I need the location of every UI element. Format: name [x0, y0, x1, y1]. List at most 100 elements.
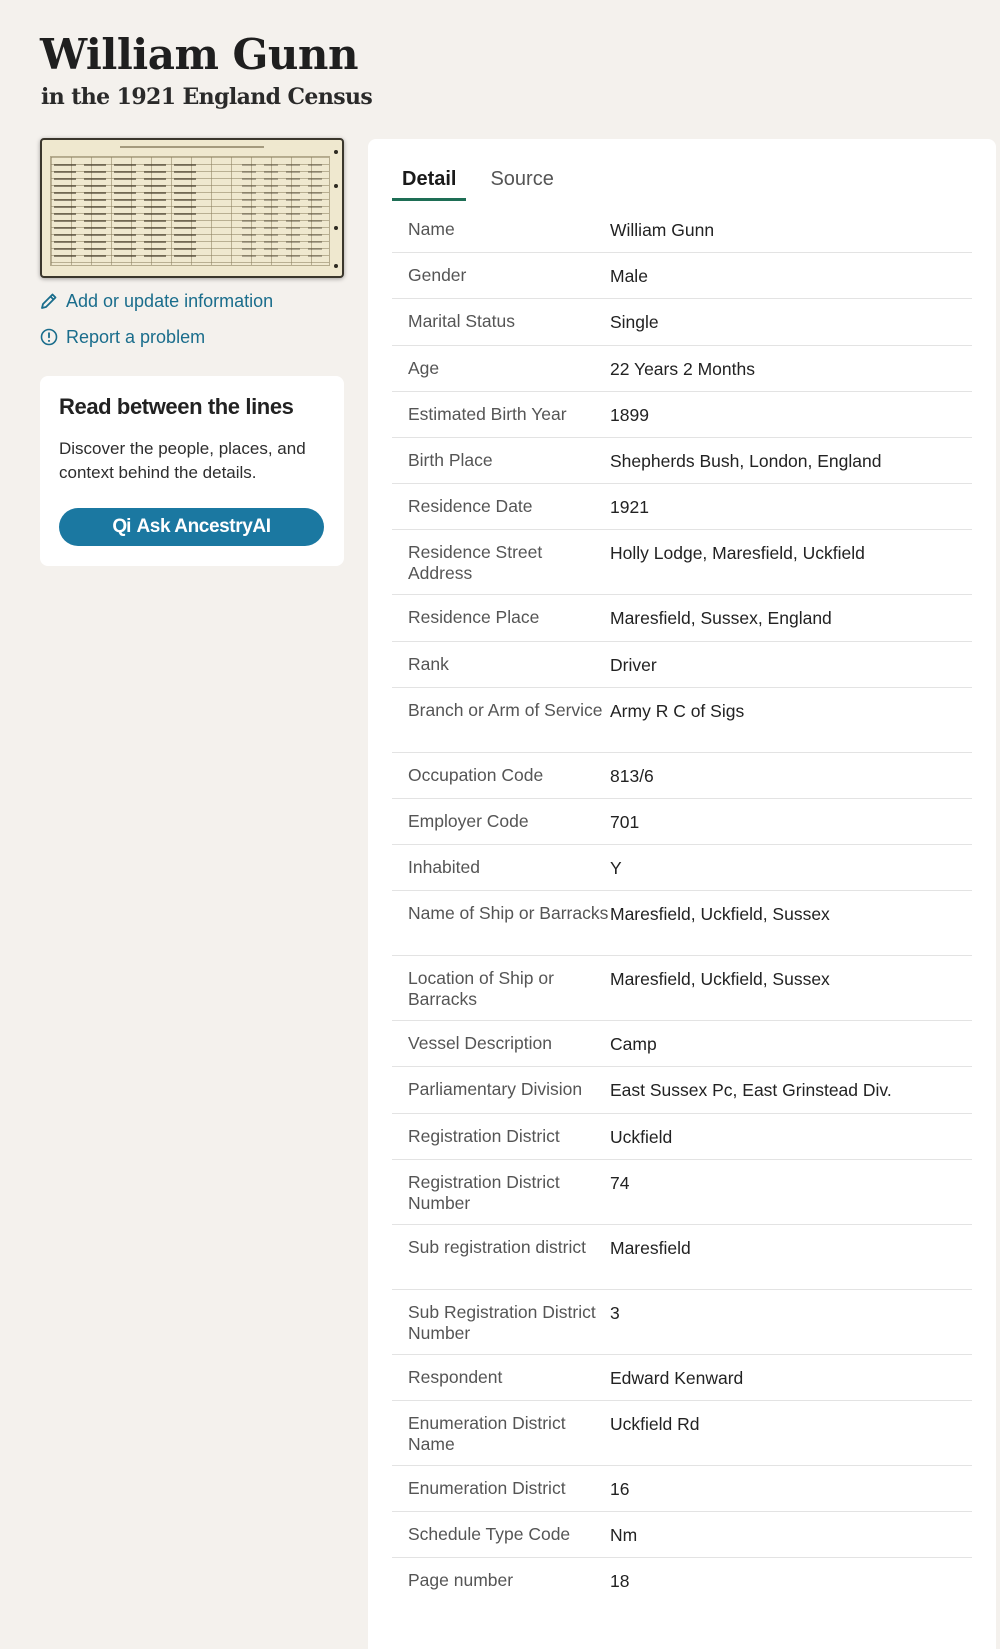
binder-hole [334, 184, 338, 188]
detail-value: Army R C of Sigs [610, 700, 745, 721]
detail-label: Location of Ship or Barracks [408, 968, 554, 1010]
detail-label: Inhabited [408, 857, 481, 878]
detail-row-branch-of-service: Branch or Arm of Service Army R C of Sig… [392, 688, 972, 753]
detail-label: Sub Registration District Number [408, 1301, 596, 1343]
detail-row-residence-place: Residence Place Maresfield, Sussex, Engl… [392, 595, 972, 642]
detail-value: 1899 [610, 404, 649, 425]
detail-value: Maresfield [610, 1237, 691, 1258]
detail-row-rank: Rank Driver [392, 642, 972, 688]
detail-value: 701 [610, 811, 640, 832]
detail-row-sub-registration-district: Sub registration district Maresfield [392, 1225, 972, 1290]
pencil-icon [41, 293, 57, 309]
census-record-image-thumbnail[interactable] [40, 138, 344, 278]
detail-label: Registration District [408, 1125, 560, 1146]
detail-value: Nm [610, 1525, 638, 1546]
detail-row-vessel-description: Vessel Description Camp [392, 1021, 972, 1068]
report-problem-link[interactable]: Report a problem [40, 325, 205, 349]
ancestry-ai-promo-card: Read between the lines Discover the peop… [40, 376, 344, 566]
report-problem-label: Report a problem [66, 326, 206, 347]
detail-label: Sub registration district [408, 1236, 586, 1257]
detail-row-enumeration-district-name: Enumeration District Name Uckfield Rd [392, 1401, 972, 1466]
binder-hole [334, 150, 338, 154]
detail-label: Registration District Number [408, 1171, 560, 1213]
detail-label: Age [408, 357, 440, 378]
binder-hole [334, 264, 338, 268]
detail-value: Shepherds Bush, London, England [610, 450, 882, 471]
detail-row-parliamentary-division: Parliamentary Division East Sussex Pc, E… [392, 1067, 972, 1114]
detail-value: 18 [610, 1571, 630, 1592]
detail-row-enumeration-district: Enumeration District 16 [392, 1466, 972, 1513]
detail-row-marital-status: Marital Status Single [392, 299, 972, 346]
detail-label: Birth Place [408, 449, 493, 470]
detail-label: Gender [408, 265, 467, 286]
detail-value: Maresfield, Sussex, England [610, 608, 832, 629]
detail-value: Y [610, 858, 622, 879]
detail-value: Single [610, 312, 659, 333]
detail-label: Name of Ship or Barracks [408, 903, 609, 924]
ask-ancestryai-button[interactable]: Qi Ask AncestryAI [59, 508, 324, 546]
detail-row-name: Name William Gunn [392, 207, 972, 254]
detail-row-occupation-code: Occupation Code 813/6 [392, 753, 972, 799]
promo-description: Discover the people, places, and context… [59, 439, 306, 482]
detail-value: Driver [610, 654, 657, 675]
detail-value: Uckfield [610, 1126, 673, 1147]
detail-row-page-number: Page number 18 [392, 1558, 972, 1604]
detail-row-residence-date: Residence Date 1921 [392, 484, 972, 531]
page-title: William Gunn [40, 30, 359, 79]
tab-detail[interactable]: Detail [392, 163, 467, 201]
detail-row-registration-district: Registration District Uckfield [392, 1114, 972, 1160]
detail-value: 1921 [610, 497, 649, 518]
detail-label: Branch or Arm of Service [408, 699, 603, 720]
detail-value: Camp [610, 1034, 657, 1055]
detail-value: Edward Kenward [610, 1367, 744, 1388]
detail-value: William Gunn [610, 220, 715, 240]
detail-label: Residence Place [408, 607, 540, 628]
detail-label: Occupation Code [408, 764, 544, 785]
detail-value: Male [610, 266, 648, 287]
detail-value: 813/6 [610, 765, 654, 786]
detail-value: East Sussex Pc, East Grinstead Div. [610, 1080, 892, 1101]
detail-row-age: Age 22 Years 2 Months [392, 346, 972, 392]
add-update-information-label: Add or update information [66, 290, 274, 311]
detail-label: Rank [408, 653, 449, 674]
detail-row-residence-street-address: Residence Street Address Holly Lodge, Ma… [392, 530, 972, 596]
ask-ancestryai-label: Ask AncestryAI [136, 516, 271, 537]
detail-label: Enumeration District Name [408, 1413, 566, 1454]
detail-row-inhabited: Inhabited Y [392, 845, 972, 892]
detail-label: Employer Code [408, 810, 529, 831]
record-tabs: Detail Source [392, 163, 578, 201]
detail-label: Marital Status [408, 311, 515, 332]
detail-label: Residence Street Address [408, 542, 543, 584]
detail-label: Estimated Birth Year [408, 403, 567, 424]
detail-value: Maresfield, Uckfield, Sussex [610, 969, 830, 990]
detail-row-sub-registration-district-number: Sub Registration District Number 3 [392, 1290, 972, 1355]
detail-row-registration-district-number: Registration District Number 74 [392, 1160, 972, 1225]
record-detail-panel: Detail Source Name William Gunn Gender M… [368, 139, 996, 1649]
detail-value: 3 [610, 1302, 620, 1323]
detail-row-gender: Gender Male [392, 253, 972, 300]
thumbnail-handwriting-right [242, 164, 322, 260]
detail-label: Schedule Type Code [408, 1524, 571, 1545]
add-update-information-link[interactable]: Add or update information [40, 289, 273, 313]
detail-label: Respondent [408, 1366, 503, 1387]
thumbnail-handwriting [54, 164, 204, 260]
detail-row-employer-code: Employer Code 701 [392, 799, 972, 846]
detail-row-name-of-ship-or-barracks: Name of Ship or Barracks Maresfield, Uck… [392, 891, 972, 957]
detail-label: Residence Date [408, 496, 533, 517]
detail-row-location-of-ship-or-barracks: Location of Ship or Barracks Maresfield,… [392, 956, 972, 1022]
promo-title: Read between the lines [59, 394, 294, 419]
alert-circle-icon [40, 328, 58, 346]
page-subtitle: in the 1921 England Census [41, 84, 373, 110]
detail-label: Page number [408, 1570, 514, 1591]
detail-label: Name [408, 219, 455, 239]
detail-row-estimated-birth-year: Estimated Birth Year 1899 [392, 392, 972, 438]
detail-row-schedule-type-code: Schedule Type Code Nm [392, 1512, 972, 1559]
tab-source[interactable]: Source [480, 163, 563, 201]
thumbnail-heading-line [120, 146, 264, 148]
record-detail-table: Name William Gunn Gender Male Marital St… [392, 207, 972, 1605]
detail-label: Enumeration District [408, 1478, 566, 1498]
detail-row-respondent: Respondent Edward Kenward [392, 1355, 972, 1401]
detail-value: Maresfield, Uckfield, Sussex [610, 904, 830, 925]
detail-row-birth-place: Birth Place Shepherds Bush, London, Engl… [392, 438, 972, 485]
detail-value: Uckfield Rd [610, 1414, 700, 1434]
